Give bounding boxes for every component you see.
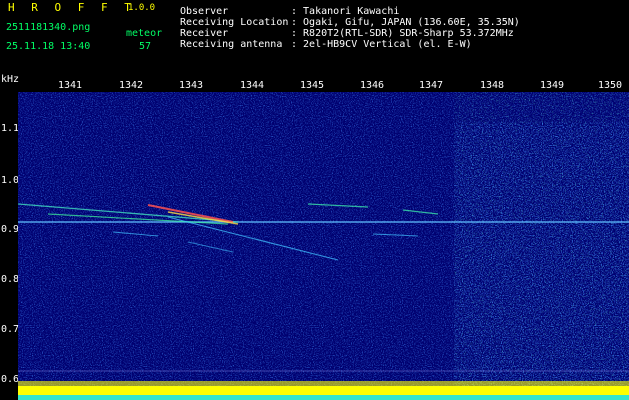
frequency-axis: 1.1 1.0 0.9 0.8 0.7 0.6 [0,92,20,400]
x-tick-1349: 1349 [540,80,565,91]
location-value: : Ogaki, Gifu, JAPAN (136.60E, 35.35N) [291,17,520,28]
app-logo: H R O F F T [8,1,136,14]
x-tick-1341: 1341 [58,80,83,91]
spectrogram-plot [18,92,629,400]
x-tick-1343: 1343 [179,80,204,91]
baseline-band-fringe [18,381,629,387]
app-version: 1.0.0 [128,3,156,13]
time-axis: kHz 1341 1342 1343 1344 1345 1346 1347 1… [0,74,629,92]
x-tick-1350: 1350 [598,80,623,91]
x-tick-1345: 1345 [300,80,325,91]
x-tick-1342: 1342 [119,80,144,91]
x-tick-1348: 1348 [480,80,505,91]
y-tick-0-8: 0.8 [1,274,20,285]
y-tick-0-7: 0.7 [1,324,20,335]
meteor-label: meteor [126,28,163,39]
header-panel: H R O F F T 1.0.0 2511181340.png 25.11.1… [0,0,629,76]
x-tick-1346: 1346 [360,80,385,91]
observer-value: : Takanori Kawachi [291,6,400,17]
x-tick-1344: 1344 [240,80,265,91]
receiver-value: : R820T2(RTL-SDR) SDR-Sharp 53.372MHz [291,28,514,39]
observer-label: Observer [180,6,229,17]
y-unit-label: kHz [1,74,20,85]
noise-burst-overlay [454,122,629,400]
antenna-label: Receiving antenna [180,39,283,50]
y-tick-0-9: 0.9 [1,224,20,235]
receiver-label: Receiver [180,28,229,39]
location-label: Receiving Location [180,17,289,28]
antenna-value: : 2el-HB9CV Vertical (el. E-W) [291,39,472,50]
datetime-label: 25.11.18 13:40 [6,41,91,52]
filename-label: 2511181340.png [6,22,91,33]
y-tick-1-1: 1.1 [1,123,20,134]
baseline-band-bottom [18,395,629,400]
y-tick-0-6: 0.6 [1,374,20,385]
y-tick-1-0: 1.0 [1,175,20,186]
meteor-count: 57 [139,41,152,52]
x-tick-1347: 1347 [419,80,444,91]
